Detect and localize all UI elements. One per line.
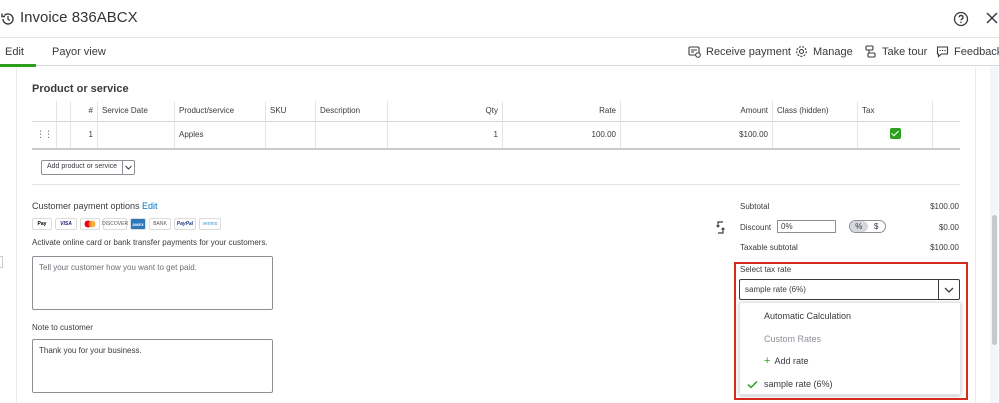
column-header-sku: SKU	[265, 101, 316, 122]
column-header-description: Description	[315, 101, 388, 122]
tab-payor-view[interactable]: Payor view	[52, 46, 106, 58]
cell-actions	[932, 121, 960, 150]
receive-payment-button[interactable]: Receive payment	[688, 45, 791, 58]
cell-service-date[interactable]	[97, 121, 175, 150]
cell-description[interactable]	[315, 121, 388, 150]
cell-num: 1	[70, 121, 98, 150]
cell-amount[interactable]: $100.00	[620, 121, 773, 150]
note-to-customer-textarea[interactable]: Thank you for your business.	[32, 339, 273, 393]
page-title: Invoice 836ABCX	[20, 9, 138, 26]
chevron-down-icon	[125, 165, 132, 170]
row-spacer	[56, 121, 71, 150]
drag-handle-icon: ⋮⋮	[36, 129, 53, 140]
bank-icon: BANK	[149, 218, 171, 230]
column-header-qty: Qty	[387, 101, 503, 122]
manage-button[interactable]: Manage	[795, 45, 853, 58]
column-header-drag-2	[56, 101, 71, 122]
history-icon[interactable]	[0, 11, 16, 27]
add-product-button[interactable]: Add product or service	[41, 160, 124, 175]
receive-payment-icon	[688, 46, 701, 58]
column-header-amount: Amount	[620, 101, 773, 122]
close-icon[interactable]	[985, 11, 999, 25]
feedback-label: Feedback	[954, 45, 999, 58]
line-items-table: # Service Date Product/service SKU Descr…	[32, 101, 960, 150]
manage-label: Manage	[813, 45, 853, 58]
subtotal-value: $100.00	[930, 202, 959, 211]
scrollbar-thumb[interactable]	[992, 215, 997, 345]
add-product-dropdown-button[interactable]	[123, 160, 136, 175]
payment-options-title: Customer payment options	[32, 201, 140, 211]
take-tour-label: Take tour	[882, 45, 928, 58]
column-header-class: Class (hidden)	[772, 101, 858, 122]
cell-product[interactable]: Apples	[174, 121, 266, 150]
venmo-icon: venmo	[199, 218, 221, 230]
column-header-service-date: Service Date	[97, 101, 175, 122]
subtotal-label: Subtotal	[740, 202, 770, 211]
cell-qty[interactable]: 1	[387, 121, 503, 150]
add-product-button-group: Add product or service	[41, 160, 136, 175]
apple-pay-icon: Pay	[32, 218, 52, 230]
column-header-num: #	[70, 101, 98, 122]
column-header-tax: Tax	[857, 101, 933, 122]
discount-value: $0.00	[938, 223, 959, 232]
title-bar	[0, 0, 999, 38]
cell-sku[interactable]	[265, 121, 316, 150]
payment-methods-row: Pay VISA DISCOVER AMEX BANK PayPal venmo	[32, 218, 221, 230]
activate-payments-text: Activate online card or bank transfer pa…	[32, 238, 268, 247]
table-header-row: # Service Date Product/service SKU Descr…	[32, 101, 960, 122]
help-icon[interactable]	[953, 11, 969, 27]
amex-icon: AMEX	[130, 218, 146, 230]
discover-icon: DISCOVER	[102, 218, 128, 230]
tax-checkbox[interactable]	[889, 128, 901, 140]
feedback-button[interactable]: Feedback	[936, 45, 999, 58]
product-section-title: Product or service	[32, 83, 129, 95]
column-header-product: Product/service	[174, 101, 266, 122]
visa-icon: VISA	[55, 218, 77, 230]
side-panel-handle[interactable]	[0, 256, 3, 268]
cell-tax[interactable]	[857, 121, 933, 150]
highlight-annotation-box	[734, 262, 968, 400]
table-row[interactable]: ⋮⋮ 1 Apples 1 100.00 $100.00	[32, 121, 960, 150]
payment-options-edit-link[interactable]: Edit	[142, 201, 158, 211]
tour-icon	[865, 45, 876, 58]
drag-handle[interactable]: ⋮⋮	[32, 121, 57, 150]
column-header-actions	[932, 101, 960, 122]
swap-discount-tax-icon[interactable]	[716, 221, 725, 234]
section-divider	[32, 184, 960, 185]
mastercard-icon	[80, 218, 100, 230]
discount-input[interactable]: 0%	[777, 220, 836, 233]
column-header-rate: Rate	[502, 101, 621, 122]
feedback-icon	[936, 46, 949, 58]
taxable-subtotal-value: $100.00	[930, 243, 959, 252]
cell-class[interactable]	[772, 121, 858, 150]
percent-option[interactable]: %	[850, 221, 868, 232]
note-to-customer-label: Note to customer	[32, 323, 93, 332]
column-header-drag	[32, 101, 57, 122]
discount-label: Discount	[740, 223, 772, 232]
cell-rate[interactable]: 100.00	[502, 121, 621, 150]
receive-payment-label: Receive payment	[706, 45, 791, 58]
gear-icon	[796, 46, 807, 57]
how-to-pay-textarea[interactable]: Tell your customer how you want to get p…	[32, 256, 273, 310]
tab-edit[interactable]: Edit	[5, 46, 24, 58]
paypal-icon: PayPal	[174, 218, 196, 230]
taxable-subtotal-label: Taxable subtotal	[740, 243, 798, 252]
take-tour-button[interactable]: Take tour	[864, 45, 927, 58]
